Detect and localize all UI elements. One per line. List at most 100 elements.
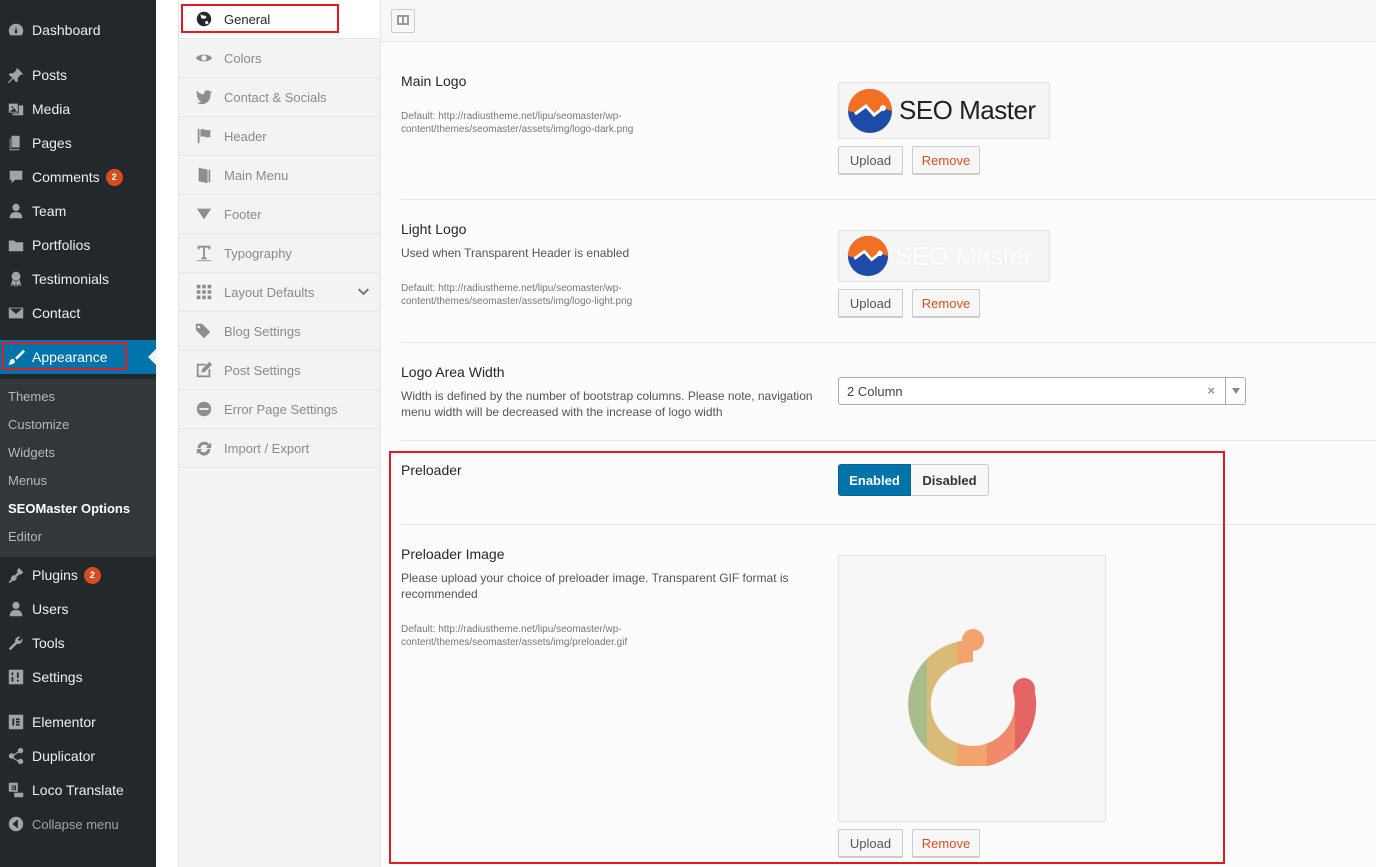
- expand-options-button[interactable]: [391, 9, 415, 33]
- tab-layout-defaults-label: Layout Defaults: [224, 284, 315, 300]
- clear-selection-icon[interactable]: ×: [1207, 383, 1215, 398]
- appearance-highlight-box: [2, 342, 127, 370]
- menu-pages[interactable]: Pages: [0, 126, 156, 160]
- menu-tools[interactable]: Tools: [0, 626, 156, 660]
- media-icon: [5, 99, 27, 119]
- menu-comments[interactable]: Comments 2: [0, 160, 156, 194]
- menu-settings[interactable]: Settings: [0, 660, 156, 694]
- tab-footer[interactable]: Footer: [179, 195, 380, 234]
- elementor-icon: [5, 712, 27, 732]
- comments-icon: [5, 167, 27, 187]
- menu-dashboard[interactable]: Dashboard: [0, 13, 156, 47]
- tab-layout-defaults[interactable]: Layout Defaults: [179, 273, 380, 312]
- tab-error-page-settings-label: Error Page Settings: [224, 401, 338, 417]
- menu-loco-translate-label: Loco Translate: [32, 782, 124, 798]
- submenu-themes[interactable]: Themes: [8, 389, 55, 404]
- flag-icon: [193, 126, 215, 146]
- admin-sidebar: Dashboard Posts Media Pages Comments 2 T…: [0, 0, 156, 867]
- menu-duplicator-label: Duplicator: [32, 748, 96, 764]
- menu-users[interactable]: Users: [0, 592, 156, 626]
- logo-width-subtitle: Width is defined by the number of bootst…: [401, 389, 813, 419]
- tab-post-settings[interactable]: Post Settings: [179, 351, 380, 390]
- submenu-customize[interactable]: Customize: [8, 417, 69, 432]
- menu-contact[interactable]: Contact: [0, 296, 156, 330]
- menu-settings-label: Settings: [32, 669, 83, 685]
- settings-icon: [5, 667, 27, 687]
- folder-icon: [5, 235, 27, 255]
- submenu-seomaster-options[interactable]: SEOMaster Options: [8, 501, 130, 516]
- light-logo-remove-button[interactable]: Remove: [912, 289, 980, 317]
- logo-width-select[interactable]: 2 Column ×: [838, 377, 1246, 405]
- tab-main-menu[interactable]: Main Menu: [179, 156, 380, 195]
- menu-elementor[interactable]: Elementor: [0, 705, 156, 739]
- select-arrow-icon[interactable]: [1225, 378, 1245, 404]
- menu-contact-label: Contact: [32, 305, 81, 321]
- menu-plugins-label: Plugins: [32, 567, 78, 583]
- menu-duplicator[interactable]: Duplicator: [0, 739, 156, 773]
- main-logo-title: Main Logo: [401, 73, 467, 89]
- users-icon: [5, 599, 27, 619]
- menu-testimonials[interactable]: Testimonials: [0, 262, 156, 296]
- options-nav: General Colors Contact & Socials Header …: [178, 0, 381, 867]
- divider: [401, 199, 1376, 200]
- collapse-icon: [5, 814, 27, 834]
- divider: [401, 342, 1376, 343]
- menu-posts[interactable]: Posts: [0, 58, 156, 92]
- main-logo-text: SEO Master: [899, 95, 1036, 125]
- light-logo-upload-button[interactable]: Upload: [838, 289, 903, 317]
- menu-media[interactable]: Media: [0, 92, 156, 126]
- user-icon: [5, 201, 27, 221]
- award-icon: [5, 269, 27, 289]
- submenu-widgets[interactable]: Widgets: [8, 445, 55, 460]
- menu-appearance[interactable]: Appearance: [0, 340, 156, 374]
- menu-elementor-label: Elementor: [32, 714, 96, 730]
- tab-colors-label: Colors: [224, 50, 262, 66]
- tab-main-menu-label: Main Menu: [224, 167, 289, 183]
- tab-contact-socials[interactable]: Contact & Socials: [179, 78, 380, 117]
- share-icon: [5, 746, 27, 766]
- menu-testimonials-label: Testimonials: [32, 271, 110, 287]
- edit-icon: [193, 360, 215, 380]
- preloader-highlight-box: [389, 451, 1225, 864]
- tab-colors[interactable]: Colors: [179, 39, 380, 78]
- menu-users-label: Users: [32, 601, 69, 617]
- pages-icon: [5, 133, 27, 153]
- active-menu-arrow: [148, 349, 156, 365]
- chevron-down-icon[interactable]: [357, 286, 370, 302]
- general-highlight-box: [181, 4, 339, 33]
- menu-pages-label: Pages: [32, 135, 72, 151]
- tab-import-export[interactable]: Import / Export: [179, 429, 380, 468]
- dashboard-icon: [5, 20, 27, 40]
- menu-loco-translate[interactable]: Loco Translate: [0, 773, 156, 807]
- main-logo-preview: SEO Master: [838, 82, 1050, 139]
- grid-icon: [193, 282, 215, 302]
- submenu-menus[interactable]: Menus: [8, 473, 47, 488]
- tab-blog-settings[interactable]: Blog Settings: [179, 312, 380, 351]
- light-logo-preview: SEO Master: [838, 230, 1050, 282]
- tab-general[interactable]: General: [179, 0, 380, 39]
- logo-width-value: 2 Column: [847, 383, 903, 399]
- tab-blog-settings-label: Blog Settings: [224, 323, 301, 339]
- menu-tools-label: Tools: [32, 635, 65, 651]
- tab-post-settings-label: Post Settings: [224, 362, 301, 378]
- tab-typography[interactable]: Typography: [179, 234, 380, 273]
- main-logo-upload-button[interactable]: Upload: [838, 146, 903, 174]
- logo-width-title: Logo Area Width: [401, 364, 505, 380]
- appearance-submenu: Themes Customize Widgets Menus SEOMaster…: [0, 379, 156, 557]
- submenu-editor[interactable]: Editor: [8, 529, 42, 544]
- main-logo-remove-button[interactable]: Remove: [912, 146, 980, 174]
- seo-master-light-logo-icon: [847, 235, 889, 277]
- menu-portfolios[interactable]: Portfolios: [0, 228, 156, 262]
- eye-icon: [193, 48, 215, 68]
- tab-header[interactable]: Header: [179, 117, 380, 156]
- refresh-icon: [193, 438, 215, 458]
- pin-icon: [5, 65, 27, 85]
- mail-icon: [5, 303, 27, 323]
- collapse-menu-button[interactable]: Collapse menu: [0, 807, 156, 841]
- tab-error-page-settings[interactable]: Error Page Settings: [179, 390, 380, 429]
- menu-portfolios-label: Portfolios: [32, 237, 91, 253]
- menu-team[interactable]: Team: [0, 194, 156, 228]
- menu-plugins[interactable]: Plugins 2: [0, 558, 156, 592]
- options-content: Main Logo Default: http://radiustheme.ne…: [381, 0, 1376, 867]
- columns-icon: [397, 14, 409, 29]
